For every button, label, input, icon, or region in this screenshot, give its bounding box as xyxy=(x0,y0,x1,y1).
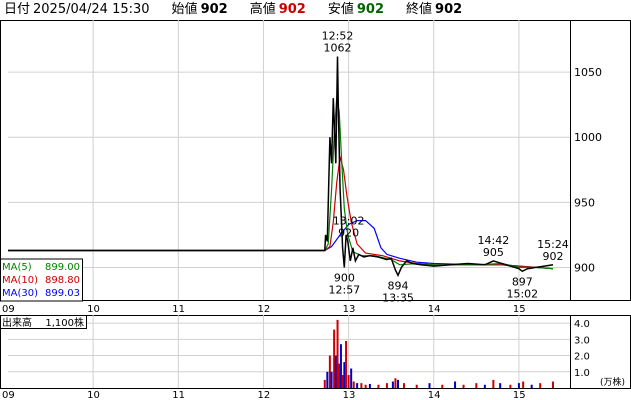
volume-bar xyxy=(326,371,329,388)
volume-bar xyxy=(509,384,512,388)
x-tick-label-bottom: 13 xyxy=(343,390,356,400)
volume-bar xyxy=(323,379,326,388)
annotation-time: 13:35 xyxy=(382,291,414,304)
volume-y-tick-label: 3.0 xyxy=(574,335,590,346)
volume-bar xyxy=(330,371,333,388)
ma-legend-name: MA(10) xyxy=(2,275,38,286)
volume-bar xyxy=(345,340,348,388)
volume-bar xyxy=(517,383,520,388)
annotation-time: 15:02 xyxy=(506,287,538,300)
volume-bar xyxy=(352,381,355,388)
volume-y-tick-label: 4.0 xyxy=(574,319,590,330)
annotation-value: 1062 xyxy=(324,41,352,54)
volume-bar xyxy=(338,363,341,388)
x-tick-label-bottom: 10 xyxy=(87,390,100,400)
x-tick-label-bottom: 11 xyxy=(172,390,185,400)
x-tick-label-bottom: 14 xyxy=(428,390,441,400)
volume-bar xyxy=(394,378,397,388)
volume-bar xyxy=(391,381,394,388)
volume-bar xyxy=(356,383,359,388)
volume-bar xyxy=(530,384,533,388)
ma-legend-value: 899.03 xyxy=(45,288,80,299)
volume-panel-frame xyxy=(0,315,631,389)
x-tick-label: 13 xyxy=(343,304,356,315)
volume-bar xyxy=(368,383,371,388)
price-line xyxy=(8,56,554,278)
volume-bar xyxy=(336,319,339,388)
volume-bar xyxy=(522,381,525,388)
x-tick-label: 14 xyxy=(428,304,441,315)
volume-bar xyxy=(428,383,431,388)
volume-bar xyxy=(364,384,367,388)
x-tick-label: 11 xyxy=(172,304,185,315)
volume-y-tick-label: 1.0 xyxy=(574,368,590,379)
annotation-value: 905 xyxy=(483,246,504,259)
annotation-value: 920 xyxy=(338,226,359,239)
intraday-chart: 09 09 10 10 11 11 12 12 13 13 14 14 15 15 900 950 1000 10… xyxy=(0,20,631,400)
volume-bar xyxy=(454,381,457,388)
x-tick-label: 15 xyxy=(513,304,526,315)
ma-legend-name: MA(30) xyxy=(2,288,38,299)
y-tick-label: 1050 xyxy=(574,66,602,79)
x-tick-label-bottom: 15 xyxy=(513,390,526,400)
volume-bar xyxy=(483,384,486,388)
volume-bar xyxy=(462,384,465,388)
volume-bar xyxy=(350,368,353,388)
volume-bar xyxy=(539,383,542,388)
volume-bar xyxy=(492,379,495,388)
volume-y-tick-label: 2.0 xyxy=(574,352,590,363)
annotation-value: 902 xyxy=(542,250,563,263)
x-tick-label-bottom: 09 xyxy=(2,390,15,400)
volume-bar xyxy=(385,383,388,388)
volume-bar xyxy=(415,384,418,388)
volume-bar xyxy=(328,355,331,388)
volume-bar xyxy=(377,384,380,388)
volume-bar xyxy=(333,329,336,388)
y-tick-label: 900 xyxy=(574,261,595,274)
x-tick-label-bottom: 12 xyxy=(257,390,270,400)
volume-bar xyxy=(499,383,502,388)
ma5-line xyxy=(8,97,554,270)
volume-bar xyxy=(347,375,350,388)
x-tick-label: 12 xyxy=(257,304,270,315)
ma30-line xyxy=(8,220,554,270)
volume-bar xyxy=(360,383,363,388)
volume-bar xyxy=(339,344,342,388)
volume-bar xyxy=(402,383,405,388)
volume-bar xyxy=(551,381,554,388)
volume-bar xyxy=(334,355,337,388)
volume-unit-label: (万株) xyxy=(600,376,625,388)
x-tick-label: 09 xyxy=(2,304,15,315)
x-tick-label: 10 xyxy=(87,304,100,315)
volume-bar xyxy=(341,375,344,388)
price-panel-frame xyxy=(0,20,631,301)
volume-bar xyxy=(343,362,346,388)
volume-bar xyxy=(396,379,399,388)
volume-legend-value: 1,100株 xyxy=(45,316,84,329)
ma-legend-name: MA(5) xyxy=(2,262,32,273)
ma-legend-value: 899.00 xyxy=(45,262,80,273)
y-tick-label: 950 xyxy=(574,196,595,209)
volume-bar xyxy=(475,383,478,388)
y-tick-label: 1000 xyxy=(574,131,602,144)
ma-legend-value: 898.80 xyxy=(45,275,80,286)
annotation-time: 12:57 xyxy=(328,283,360,296)
ma10-line xyxy=(8,156,554,270)
volume-bar xyxy=(441,384,444,388)
volume-legend-label: 出来高 xyxy=(2,316,32,329)
